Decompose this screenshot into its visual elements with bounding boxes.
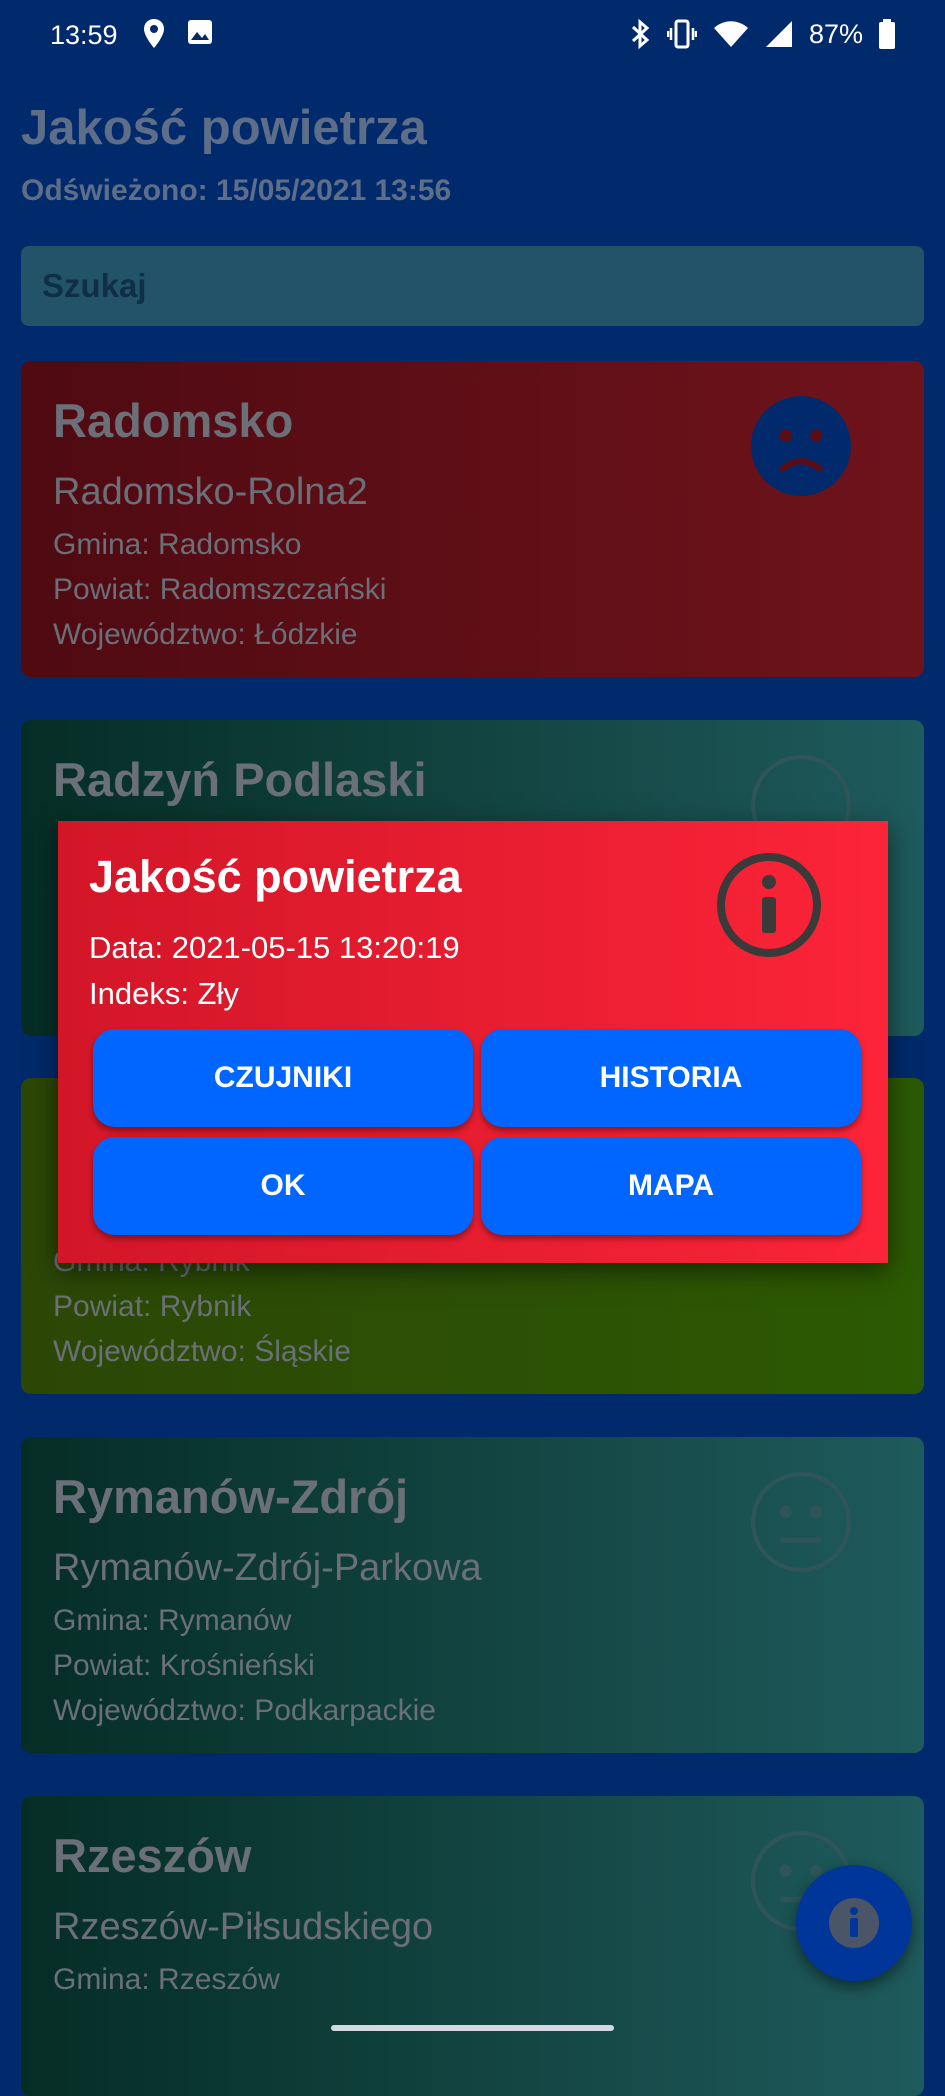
station-wojewodztwo: Województwo: Podkarpackie bbox=[53, 1694, 436, 1727]
station-gmina: Gmina: Rzeszów bbox=[53, 1963, 280, 1996]
neutral-face-icon bbox=[751, 1472, 851, 1572]
location-icon bbox=[144, 19, 164, 48]
station-powiat: Powiat: Krośnieński bbox=[53, 1649, 315, 1682]
station-powiat: Powiat: Rybnik bbox=[53, 1290, 252, 1323]
info-fab-button[interactable] bbox=[796, 1865, 912, 1981]
station-city: Radomsko bbox=[53, 394, 294, 447]
dialog-title: Jakość powietrza bbox=[89, 851, 462, 902]
map-button[interactable]: MAPA bbox=[481, 1137, 861, 1235]
station-city: Rymanów-Zdrój bbox=[53, 1470, 409, 1523]
station-name: Radomsko-Rolna2 bbox=[53, 471, 368, 513]
sad-face-icon bbox=[751, 396, 851, 496]
station-wojewodztwo: Województwo: Śląskie bbox=[53, 1335, 351, 1368]
status-right-icons: 87% bbox=[629, 18, 895, 50]
station-wojewodztwo: Województwo: Łódzkie bbox=[53, 618, 358, 651]
station-gmina: Gmina: Radomsko bbox=[53, 528, 302, 561]
vibrate-icon bbox=[666, 19, 697, 49]
station-card[interactable]: Radomsko Radomsko-Rolna2 Gmina: Radomsko… bbox=[21, 361, 924, 677]
station-card[interactable]: Rzeszów Rzeszów-Piłsudskiego Gmina: Rzes… bbox=[21, 1796, 924, 2096]
info-icon bbox=[829, 1898, 879, 1948]
search-input[interactable] bbox=[21, 246, 945, 326]
image-icon bbox=[188, 20, 212, 44]
refreshed-timestamp: Odświeżono: 15/05/2021 13:56 bbox=[21, 174, 452, 207]
station-gmina: Gmina: Rymanów bbox=[53, 1604, 292, 1637]
station-city: Rzeszów bbox=[53, 1829, 252, 1882]
bluetooth-icon bbox=[631, 18, 650, 50]
search-field[interactable] bbox=[21, 246, 945, 326]
status-bar: 13:59 87% bbox=[0, 0, 945, 72]
air-quality-dialog: Jakość powietrza Data: 2021-05-15 13:20:… bbox=[58, 821, 888, 1263]
history-button[interactable]: HISTORIA bbox=[481, 1029, 861, 1127]
dialog-date: Data: 2021-05-15 13:20:19 bbox=[89, 930, 460, 965]
dialog-index: Indeks: Zły bbox=[89, 976, 239, 1011]
gesture-nav-bar[interactable] bbox=[331, 2025, 614, 2031]
wifi-icon bbox=[713, 21, 748, 47]
station-card[interactable]: Rymanów-Zdrój Rymanów-Zdrój-Parkowa Gmin… bbox=[21, 1437, 924, 1753]
battery-percent: 87% bbox=[808, 18, 863, 49]
battery-icon bbox=[879, 19, 895, 49]
status-left-icons bbox=[142, 18, 214, 50]
page-title: Jakość powietrza bbox=[21, 101, 427, 155]
info-circle-icon bbox=[717, 853, 821, 957]
station-powiat: Powiat: Radomszczański bbox=[53, 573, 387, 606]
cell-signal-icon bbox=[765, 21, 792, 47]
station-name: Rymanów-Zdrój-Parkowa bbox=[53, 1547, 482, 1589]
sensors-button[interactable]: CZUJNIKI bbox=[93, 1029, 473, 1127]
status-time: 13:59 bbox=[50, 20, 118, 50]
ok-button[interactable]: OK bbox=[93, 1137, 473, 1235]
station-city: Radzyń Podlaski bbox=[53, 753, 427, 806]
station-name: Rzeszów-Piłsudskiego bbox=[53, 1906, 434, 1948]
